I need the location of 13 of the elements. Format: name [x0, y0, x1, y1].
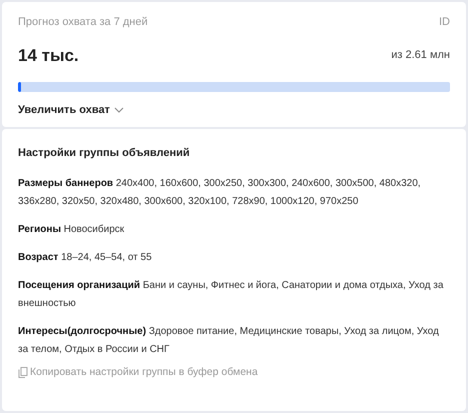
id-label: ID [439, 15, 450, 30]
setting-row-text: Возраст 18–24, 45–54, от 55 [18, 251, 153, 265]
copy-icon [18, 367, 28, 378]
forecast-title: Прогноз охвата за 7 дней [18, 15, 148, 30]
reach-total: из 2.61 млн [391, 48, 450, 63]
settings-title: Настройки группы объявлений [18, 146, 191, 160]
reach-value: 14 тыс. [18, 44, 79, 66]
setting-row-text: Регионы Новосибирск [18, 223, 126, 237]
setting-row-text: Интересы(долгосрочные) Здоровое питание, Медицинские товары, Уход за лицом, Уход за телом, Отдых в России и СНГ [18, 325, 440, 357]
chevron-icon [114, 107, 124, 114]
expand-reach-link[interactable]: Увеличить охват [18, 102, 124, 118]
setting-row-text: Размеры баннеров 240x400, 160x600, 300x250, 300x300, 240x600, 300x500, 480x320, 336x280, 320x50, 320x480, 300x600, 320x100, 728x90, 1000x120, 970x250 [18, 177, 422, 209]
setting-row-text: Посещения организаций Бани и сауны, Фитнес и йога, Санатории и дома отдыха, Уход за внешностью [18, 279, 444, 311]
